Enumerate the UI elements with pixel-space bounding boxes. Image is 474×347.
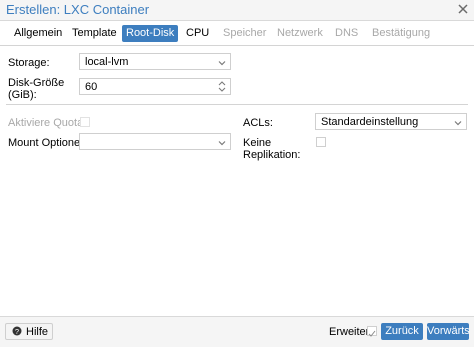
tab-dns[interactable]: DNS	[335, 25, 358, 42]
disk-size-label-line1: Disk-Größe	[8, 77, 65, 89]
title-bar[interactable]: Erstellen: LXC Container	[0, 0, 474, 21]
svg-text:?: ?	[15, 327, 19, 336]
back-button[interactable]: Zurück	[381, 323, 423, 340]
mount-options-label: Mount Optionen:	[8, 137, 90, 149]
acls-label: ACLs:	[243, 117, 273, 129]
spinner-arrows-icon[interactable]	[217, 80, 227, 93]
chevron-down-icon[interactable]	[217, 137, 227, 147]
replication-label-line2: Replikation:	[243, 149, 301, 161]
wizard-tabs: Allgemein Template Root-Disk CPU Speiche…	[0, 21, 474, 46]
tab-bestaetigung[interactable]: Bestätigung	[372, 25, 430, 42]
close-icon[interactable]	[458, 4, 468, 14]
mount-options-select[interactable]	[79, 133, 231, 150]
help-button[interactable]: ? Hilfe	[5, 323, 53, 340]
help-label: Hilfe	[26, 326, 49, 338]
advanced-label: Erweitert	[329, 326, 373, 338]
storage-select[interactable]: local-lvm	[79, 53, 231, 70]
replication-label-line1: Keine	[243, 137, 272, 149]
acls-value: Standardeinstellung	[321, 116, 419, 128]
dialog-title: Erstellen: LXC Container	[6, 2, 150, 17]
dialog-footer: ? Hilfe Erweitert Zurück Vorwärts	[0, 316, 474, 347]
section-divider	[6, 104, 468, 105]
disk-size-value: 60	[85, 81, 98, 93]
acls-select[interactable]: Standardeinstellung	[315, 113, 467, 130]
next-button[interactable]: Vorwärts	[427, 323, 470, 340]
help-icon: ?	[12, 326, 22, 336]
tab-cpu[interactable]: CPU	[186, 25, 209, 42]
create-lxc-container-dialog: Erstellen: LXC Container Allgemein Templ…	[0, 0, 474, 347]
chevron-down-icon[interactable]	[453, 117, 463, 127]
disk-size-spinner[interactable]: 60	[79, 78, 231, 95]
quota-label: Aktiviere Quota:	[8, 117, 87, 129]
tab-speicher[interactable]: Speicher	[223, 25, 266, 42]
quota-checkbox[interactable]	[80, 117, 90, 127]
tab-allgemein[interactable]: Allgemein	[14, 25, 62, 42]
tab-root-disk[interactable]: Root-Disk	[122, 25, 179, 42]
replication-checkbox[interactable]	[316, 137, 326, 147]
tab-netzwerk[interactable]: Netzwerk	[277, 25, 323, 42]
storage-label: Storage:	[8, 57, 50, 69]
storage-value: local-lvm	[85, 56, 129, 68]
chevron-down-icon[interactable]	[217, 57, 227, 67]
advanced-checkbox[interactable]	[367, 326, 377, 337]
tab-template[interactable]: Template	[72, 25, 117, 42]
disk-size-label-line2: (GiB):	[8, 89, 37, 101]
